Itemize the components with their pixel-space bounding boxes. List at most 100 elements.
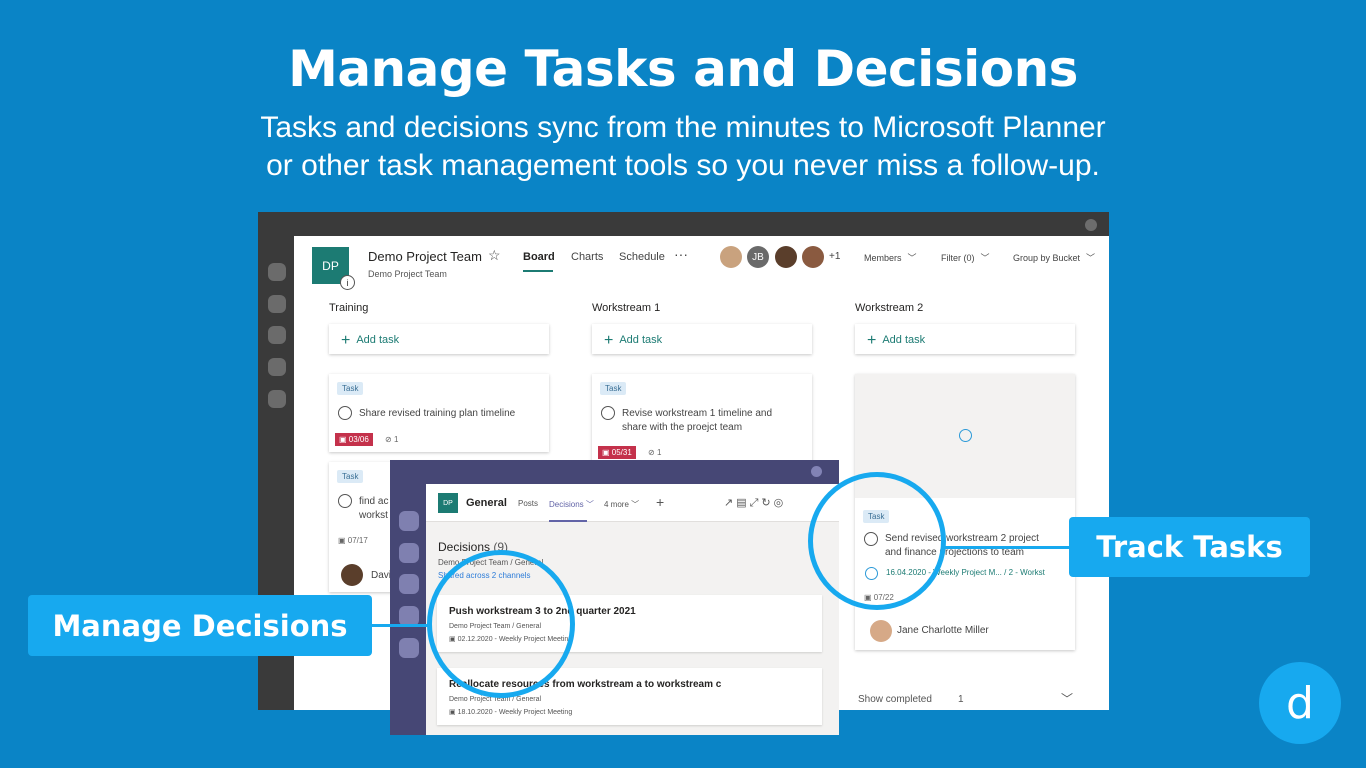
member-avatar[interactable]	[775, 246, 797, 268]
app-rail-button[interactable]	[268, 295, 286, 313]
app-rail-button[interactable]	[399, 543, 419, 563]
decisions-connector	[371, 624, 429, 627]
decision-meta-text: 18.10.2020 - Weekly Project Meeting	[457, 709, 573, 716]
add-tab-button[interactable]: +	[656, 494, 664, 510]
task-badge: Task	[600, 382, 627, 395]
task-title-line2: workst	[359, 510, 388, 521]
app-rail-button[interactable]	[399, 606, 419, 626]
info-icon[interactable]: i	[340, 275, 355, 290]
chevron-down-icon: ﹀	[585, 500, 594, 509]
tab-more[interactable]: 4 more ﹀	[604, 499, 639, 510]
member-avatar[interactable]	[720, 246, 742, 268]
member-avatar[interactable]	[802, 246, 824, 268]
bucket-title: Workstream 1	[592, 302, 661, 314]
channel-name: General	[466, 497, 507, 509]
show-completed-toggle[interactable]: Show completed 1	[858, 694, 964, 705]
task-title-line2: share with the proejct team	[622, 422, 743, 433]
more-tabs-icon[interactable]: ···	[674, 246, 688, 262]
complete-checkbox[interactable]	[338, 406, 352, 420]
task-card[interactable]: Task Revise workstream 1 timeline and sh…	[592, 374, 812, 464]
plus-icon: +	[867, 332, 877, 349]
more-members-count[interactable]: +1	[829, 251, 840, 262]
window-dot	[811, 466, 822, 477]
loading-icon	[959, 429, 972, 442]
add-task-button[interactable]: + Add task	[855, 324, 1075, 354]
show-completed-count: 1	[957, 694, 964, 705]
star-icon[interactable]: ☆	[488, 247, 501, 264]
tab-decisions-label: Decisions	[549, 500, 584, 509]
tab-charts[interactable]: Charts	[571, 251, 603, 263]
show-completed-label: Show completed	[858, 694, 932, 705]
team-avatar-label: DP	[322, 258, 339, 273]
app-rail-button[interactable]	[268, 358, 286, 376]
brand-logo: d	[1259, 662, 1341, 744]
due-date-text: 07/17	[347, 536, 368, 545]
task-title: Share revised training plan timeline	[359, 408, 516, 419]
chevron-down-icon[interactable]: ﹀	[1061, 690, 1073, 707]
complete-checkbox[interactable]	[601, 406, 615, 420]
add-task-label: Add task	[882, 334, 926, 346]
tasks-highlight-ring	[808, 472, 946, 610]
assignee-name: Jane Charlotte Miller	[897, 625, 989, 636]
headline: Manage Tasks and Decisions	[288, 40, 1078, 98]
bucket-title: Training	[329, 302, 369, 314]
bucket-title: Workstream 2	[855, 302, 924, 314]
app-rail-button[interactable]	[268, 263, 286, 281]
app-rail-button[interactable]	[399, 574, 419, 594]
tab-decisions[interactable]: Decisions ﹀	[549, 499, 594, 510]
chevron-down-icon: ﹀	[631, 500, 640, 509]
filter-label: Filter (0)	[941, 253, 975, 263]
assignee-avatar	[870, 620, 892, 642]
assignee-avatar	[341, 564, 363, 586]
subline-1: Tasks and decisions sync from the minute…	[260, 111, 1106, 144]
plus-icon: +	[604, 332, 614, 349]
tab-schedule[interactable]: Schedule	[619, 251, 665, 263]
tasks-connector	[944, 546, 1070, 549]
chevron-down-icon: ﹀	[1086, 253, 1096, 263]
tab-posts[interactable]: Posts	[518, 499, 538, 508]
members-label: Members	[864, 253, 902, 263]
team-name: Demo Project Team	[368, 249, 482, 264]
app-rail-button[interactable]	[268, 390, 286, 408]
due-date: 05/31	[611, 448, 632, 457]
decisions-highlight-ring	[427, 550, 575, 698]
tab-active-indicator	[549, 520, 587, 522]
tab-active-indicator	[523, 270, 553, 272]
due-date: ▣ 07/17	[338, 536, 368, 545]
track-tasks-callout: Track Tasks	[1069, 517, 1310, 577]
due-date-badge: ▣ 05/31	[598, 446, 636, 459]
add-task-button[interactable]: + Add task	[329, 324, 549, 354]
tab-board[interactable]: Board	[523, 251, 555, 263]
add-task-button[interactable]: + Add task	[592, 324, 812, 354]
team-avatar[interactable]: DP i	[312, 247, 355, 290]
toolbar-icons[interactable]: ↗▤⤢↻◎	[724, 496, 786, 510]
chevron-down-icon: ﹀	[980, 253, 990, 263]
attachment-number: 1	[656, 448, 662, 457]
channel-header: DP General Posts Decisions ﹀ 4 more ﹀ + …	[426, 484, 839, 522]
due-date: 03/06	[348, 435, 369, 444]
group-dropdown[interactable]: Group by Bucket ﹀	[1013, 251, 1095, 264]
window-dot	[1085, 219, 1097, 231]
task-title: Revise workstream 1 timeline and	[622, 408, 773, 419]
task-card[interactable]: Task Share revised training plan timelin…	[329, 374, 549, 452]
decision-meta: ▣ 18.10.2020 - Weekly Project Meeting	[449, 709, 573, 716]
due-date-badge: ▣ 03/06	[335, 433, 373, 446]
plus-icon: +	[341, 332, 351, 349]
attachment-count: ⊘ 1	[648, 448, 662, 457]
channel-avatar: DP	[438, 493, 458, 513]
member-initials: JB	[752, 251, 764, 263]
attachment-number: 1	[393, 435, 399, 444]
subline-2: or other task management tools so you ne…	[266, 149, 1100, 182]
task-title: find ac	[359, 496, 389, 507]
task-badge: Task	[337, 382, 364, 395]
add-task-label: Add task	[356, 334, 400, 346]
app-rail-button[interactable]	[399, 511, 419, 531]
complete-checkbox[interactable]	[338, 494, 352, 508]
app-rail-button[interactable]	[268, 326, 286, 344]
team-subtitle: Demo Project Team	[368, 269, 447, 279]
add-task-label: Add task	[619, 334, 663, 346]
members-dropdown[interactable]: Members ﹀	[864, 251, 917, 264]
app-rail-button[interactable]	[399, 638, 419, 658]
filter-dropdown[interactable]: Filter (0) ﹀	[941, 251, 990, 264]
member-avatar-jb[interactable]: JB	[747, 246, 769, 268]
